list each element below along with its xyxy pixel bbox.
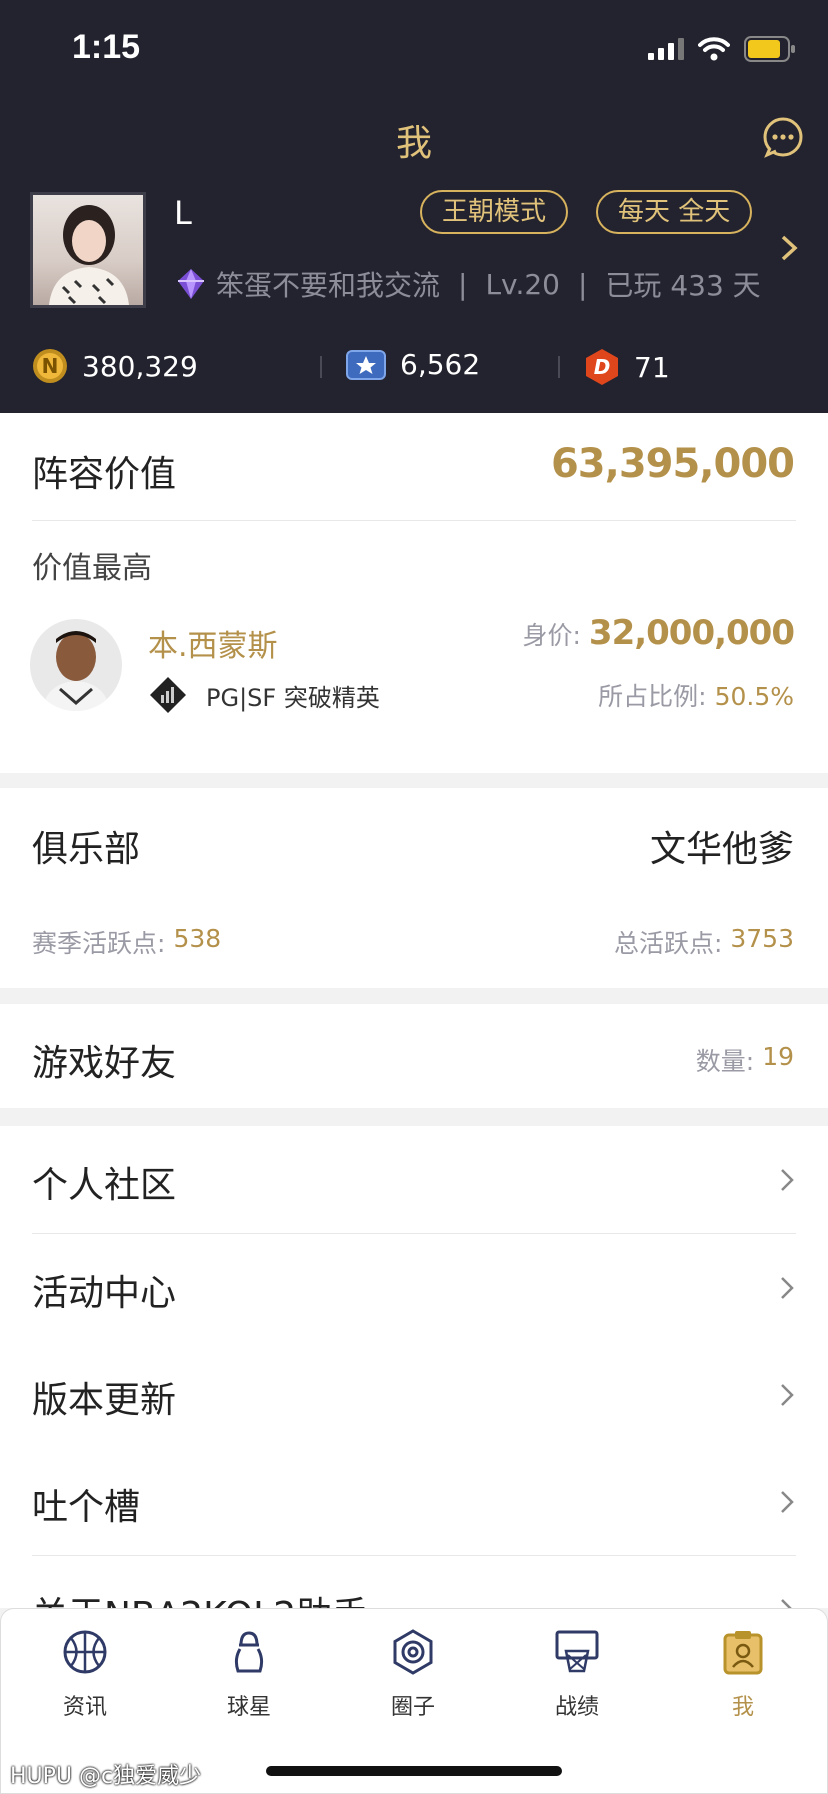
player-ratio-row: 所占比例: 50.5% <box>598 677 794 713</box>
tab-circle[interactable]: 圈子 <box>353 1629 473 1721</box>
club-card[interactable]: 俱乐部 文华他爹 赛季活跃点: 538 总活跃点: 3753 <box>0 788 828 988</box>
menu-item-updates[interactable]: 版本更新 <box>0 1341 828 1448</box>
days-played: 已玩 433 天 <box>605 269 761 302</box>
season-activity-label: 赛季活跃点: <box>32 929 166 958</box>
season-activity-value: 538 <box>173 924 222 953</box>
home-indicator[interactable] <box>266 1766 562 1776</box>
status-icons <box>648 36 796 62</box>
player-icon <box>234 1631 264 1673</box>
profile-meta: 笨蛋不要和我交流 | Lv.20 | 已玩 433 天 <box>176 264 761 304</box>
mode-tag[interactable]: 王朝模式 <box>420 190 569 234</box>
level: Lv.20 <box>485 267 560 301</box>
circle-icon <box>393 1629 433 1675</box>
menu-item-feedback[interactable]: 吐个槽 <box>0 1448 828 1555</box>
lineup-label: 阵容价值 <box>32 454 177 495</box>
meta-separator: | <box>458 267 468 301</box>
friends-count-label: 数量: <box>695 1047 755 1076</box>
price-label: 身价: <box>522 621 581 650</box>
lineup-card: 阵容价值 63,395,000 价值最高 本.西蒙斯 PG|SF 突破精英 身价… <box>0 413 828 773</box>
svg-text:D: D <box>594 355 611 379</box>
friends-label: 游戏好友 <box>32 1043 177 1084</box>
chevron-right-icon <box>781 1384 794 1406</box>
chevron-right-icon <box>781 1277 794 1299</box>
tab-label: 战绩 <box>554 1695 599 1720</box>
total-activity-value: 3753 <box>730 924 794 953</box>
tab-stats[interactable]: 战绩 <box>517 1629 637 1721</box>
menu-list: 个人社区 活动中心 版本更新 吐个槽 关于NBA2KOL2助手 <box>0 1126 828 1608</box>
profile-header: 1:15 我 L 王朝模式 每天 全天 笨蛋不要和我交流 | Lv.20 | 已… <box>0 0 828 413</box>
time-tag[interactable]: 每天 全天 <box>596 190 753 234</box>
tab-label: 资讯 <box>62 1695 107 1720</box>
currency-coins: N 380,329 <box>32 348 198 384</box>
total-activity: 总活跃点: 3753 <box>614 924 794 960</box>
coins-value: 380,329 <box>82 349 198 383</box>
avatar-image <box>49 205 129 305</box>
diamond-rank-icon <box>178 269 204 299</box>
status-time: 1:15 <box>72 28 141 66</box>
chevron-right-icon <box>781 1599 792 1608</box>
player-avatar[interactable] <box>30 619 122 711</box>
battery-icon <box>744 36 795 62</box>
chevron-right-icon <box>781 1491 794 1513</box>
tab-news[interactable]: 资讯 <box>25 1629 145 1721</box>
player-position: PG|SF 突破精英 <box>206 683 380 712</box>
avatar[interactable] <box>30 192 146 308</box>
page-title: 我 <box>395 123 432 164</box>
player-name[interactable]: 本.西蒙斯 <box>148 621 278 665</box>
ratio-label: 所占比例: <box>598 682 707 711</box>
username: L <box>174 194 192 232</box>
tickets-value: 6,562 <box>400 348 481 381</box>
basketball-icon <box>63 1630 107 1674</box>
chevron-right-icon <box>781 1169 794 1191</box>
lineup-value: 63,395,000 <box>550 441 795 487</box>
coin-n-icon: N <box>33 349 67 383</box>
watermark: HUPU @c独爱威少 <box>10 1764 202 1789</box>
menu-item-label: 个人社区 <box>32 1165 177 1206</box>
d-value: 71 <box>634 350 670 384</box>
menu-item-label: 关于NBA2KOL2助手 <box>32 1586 368 1608</box>
player-position-row: PG|SF 突破精英 <box>148 675 380 715</box>
meta-separator: | <box>577 267 588 301</box>
tab-label: 圈子 <box>390 1695 435 1720</box>
menu-item-label: 活动中心 <box>32 1273 177 1314</box>
menu-item-community[interactable]: 个人社区 <box>0 1126 828 1233</box>
tab-label: 球星 <box>226 1695 271 1720</box>
tab-label: 我 <box>731 1695 754 1720</box>
currency-divider <box>558 356 560 378</box>
price-value: 32,000,000 <box>588 613 795 653</box>
ratio-value: 50.5% <box>714 682 794 711</box>
signal-icon <box>648 38 684 60</box>
friends-count: 数量: 19 <box>696 1042 794 1078</box>
star-ticket-icon <box>346 349 386 380</box>
menu-item-label: 版本更新 <box>32 1380 177 1421</box>
currency-tickets: 6,562 <box>346 348 480 381</box>
menu-item-label: 吐个槽 <box>32 1487 141 1528</box>
season-activity: 赛季活跃点: 538 <box>32 924 221 960</box>
currency-divider <box>320 356 322 378</box>
menu-item-activities[interactable]: 活动中心 <box>0 1234 828 1341</box>
friends-card[interactable]: 游戏好友 数量: 19 <box>0 1004 828 1108</box>
wifi-icon <box>698 37 730 61</box>
skill-badge-icon <box>150 677 186 713</box>
currency-d: D 71 <box>584 348 670 386</box>
top-value-label: 价值最高 <box>32 551 152 586</box>
player-portrait <box>42 631 110 711</box>
divider <box>32 520 796 521</box>
d-badge-icon: D <box>586 349 618 385</box>
player-price-row: 身价: 32,000,000 <box>522 613 795 653</box>
club-name: 文华他爹 <box>649 829 794 870</box>
menu-item-about[interactable]: 关于NBA2KOL2助手 <box>0 1556 828 1608</box>
friends-count-value: 19 <box>762 1042 794 1071</box>
total-activity-label: 总活跃点: <box>613 929 723 958</box>
club-label: 俱乐部 <box>32 829 141 870</box>
hoop-icon <box>555 1630 599 1673</box>
tab-players[interactable]: 球星 <box>189 1629 309 1721</box>
profile-icon <box>723 1631 763 1675</box>
tab-me[interactable]: 我 <box>683 1629 803 1721</box>
svg-text:N: N <box>42 354 59 378</box>
signature: 笨蛋不要和我交流 <box>216 269 441 302</box>
chevron-right-icon[interactable] <box>780 234 798 262</box>
message-icon[interactable] <box>762 116 804 158</box>
